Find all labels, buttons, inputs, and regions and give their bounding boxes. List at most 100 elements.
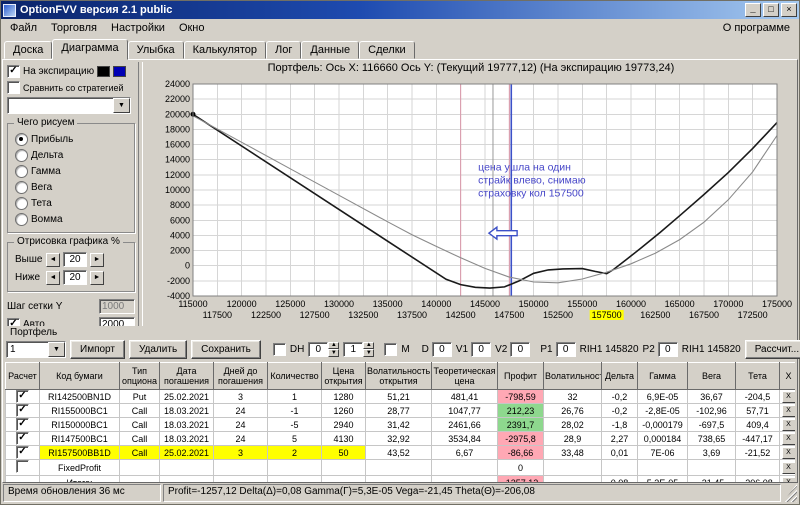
close-button[interactable]: × xyxy=(781,3,797,17)
col-header-calc[interactable]: Расчет xyxy=(5,362,40,390)
portfolio-select-arrow-icon[interactable] xyxy=(48,341,65,357)
menu-trading[interactable]: Торговля xyxy=(44,21,104,35)
radio-vomma[interactable] xyxy=(15,213,28,226)
above-decrement-button[interactable] xyxy=(46,252,60,267)
tab-data[interactable]: Данные xyxy=(301,41,360,59)
v2-input[interactable]: 0 xyxy=(510,341,531,357)
auto-checkbox[interactable] xyxy=(7,318,20,326)
row-calc-checkbox[interactable] xyxy=(16,432,29,445)
dh-spinner-1-value[interactable]: 0 xyxy=(308,341,329,357)
strategy-select[interactable] xyxy=(7,97,131,114)
above-value[interactable]: 20 xyxy=(63,252,87,267)
svg-text:167500: 167500 xyxy=(689,310,719,320)
remove-row-button[interactable]: X xyxy=(781,433,795,445)
resize-grip-icon[interactable] xyxy=(783,484,797,502)
col-header-delta[interactable]: Дельта xyxy=(601,362,638,390)
menu-file[interactable]: Файл xyxy=(3,21,44,35)
titlebar[interactable]: OptionFVV версия 2.1 public _ □ × xyxy=(1,1,799,19)
save-button[interactable]: Сохранить xyxy=(191,339,261,359)
portfolio-select[interactable]: 1 xyxy=(6,340,66,358)
dh-spinner-2[interactable]: 1 xyxy=(343,341,375,357)
v1-input[interactable]: 0 xyxy=(471,341,492,357)
menu-settings[interactable]: Настройки xyxy=(104,21,172,35)
col-header-profit[interactable]: Профит xyxy=(497,362,544,390)
tab-deals[interactable]: Сделки xyxy=(359,41,415,59)
profit-cell: -2975,8 xyxy=(497,431,544,446)
p2-input[interactable]: 0 xyxy=(657,341,678,357)
calc-checkbox-cell[interactable] xyxy=(5,475,40,482)
row-calc-checkbox[interactable] xyxy=(16,390,29,403)
remove-row-button[interactable]: X xyxy=(781,447,795,459)
remove-row-button[interactable]: X xyxy=(781,477,795,482)
maximize-button[interactable]: □ xyxy=(763,3,779,17)
expiration-color-swatch[interactable] xyxy=(97,66,111,77)
calc-checkbox-cell[interactable] xyxy=(5,431,40,446)
calc-checkbox-cell[interactable] xyxy=(5,459,40,476)
minimize-button[interactable]: _ xyxy=(745,3,761,17)
row-calc-checkbox[interactable] xyxy=(16,460,29,473)
radio-gamma[interactable] xyxy=(15,165,28,178)
col-header-remove[interactable]: X xyxy=(779,362,795,390)
calc-checkbox-cell[interactable] xyxy=(5,389,40,404)
menu-about[interactable]: О программе xyxy=(716,21,797,35)
d-input[interactable]: 0 xyxy=(431,341,452,357)
tab-log[interactable]: Лог xyxy=(266,41,302,59)
compare-strategy-checkbox[interactable] xyxy=(7,81,20,94)
col-header-open-volatility[interactable]: Волатильность открытия xyxy=(365,362,432,390)
col-header-security-code[interactable]: Код бумаги xyxy=(39,362,120,390)
remove-row-button[interactable]: X xyxy=(781,391,795,403)
tab-smile[interactable]: Улыбка xyxy=(127,41,184,59)
dh-spinner-2-value[interactable]: 1 xyxy=(343,341,364,357)
above-increment-button[interactable] xyxy=(90,252,104,267)
remove-row-button[interactable]: X xyxy=(781,419,795,431)
calculate-button[interactable]: Рассчит... xyxy=(744,339,800,359)
tab-calculator[interactable]: Калькулятор xyxy=(183,41,267,59)
radio-delta[interactable] xyxy=(15,149,28,162)
chart-svg[interactable]: -4000-2000020004000600080001000012000140… xyxy=(143,76,799,322)
remove-row-button[interactable]: X xyxy=(781,462,795,474)
spin-up-icon[interactable] xyxy=(328,341,340,349)
spin-down-icon[interactable] xyxy=(363,349,375,357)
radio-profit[interactable] xyxy=(15,133,28,146)
col-header-volatility[interactable]: Волатильность xyxy=(543,362,602,390)
col-header-open-price[interactable]: Цена открытия xyxy=(321,362,366,390)
calc-checkbox-cell[interactable] xyxy=(5,403,40,418)
grid-step-y-input[interactable]: 1000 xyxy=(99,299,135,314)
p1-input[interactable]: 0 xyxy=(555,341,576,357)
row-calc-checkbox[interactable] xyxy=(16,446,29,459)
row-calc-checkbox[interactable] xyxy=(16,404,29,417)
tab-board[interactable]: Доска xyxy=(4,41,53,59)
import-button[interactable]: Импорт xyxy=(70,339,125,359)
spin-down-icon[interactable] xyxy=(328,349,340,357)
m-checkbox[interactable] xyxy=(384,342,398,356)
compare-color-swatch[interactable] xyxy=(113,66,127,77)
dh-checkbox[interactable] xyxy=(272,342,286,356)
radio-theta[interactable] xyxy=(15,197,28,210)
col-header-vega[interactable]: Вега xyxy=(687,362,736,390)
col-header-maturity-date[interactable]: Дата погашения xyxy=(159,362,214,390)
spin-up-icon[interactable] xyxy=(363,341,375,349)
calc-checkbox-cell[interactable] xyxy=(5,445,40,460)
svg-text:175000: 175000 xyxy=(762,299,792,309)
dh-spinner-1[interactable]: 0 xyxy=(308,341,340,357)
col-header-theoretical-price[interactable]: Теоретическая цена xyxy=(431,362,498,390)
col-header-days-to-maturity[interactable]: Дней до погашения xyxy=(213,362,268,390)
grid-step-y-auto-input[interactable]: 2000 xyxy=(99,317,135,326)
below-decrement-button[interactable] xyxy=(46,270,60,285)
strategy-select-arrow-icon[interactable] xyxy=(113,98,130,113)
below-increment-button[interactable] xyxy=(90,270,104,285)
remove-row-button[interactable]: X xyxy=(781,405,795,417)
radio-vega[interactable] xyxy=(15,181,28,194)
calc-checkbox-cell[interactable] xyxy=(5,417,40,432)
col-header-option-type[interactable]: Тип опциона xyxy=(119,362,160,390)
below-value[interactable]: 20 xyxy=(63,270,87,285)
delete-button[interactable]: Удалить xyxy=(128,339,188,359)
menu-window[interactable]: Окно xyxy=(172,21,212,35)
tab-diagram[interactable]: Диаграмма xyxy=(52,39,128,60)
render-percent-title: Отрисовка графика % xyxy=(14,236,123,247)
col-header-theta[interactable]: Тета xyxy=(735,362,780,390)
row-calc-checkbox[interactable] xyxy=(16,418,29,431)
col-header-gamma[interactable]: Гамма xyxy=(637,362,688,390)
on-expiration-checkbox[interactable] xyxy=(7,65,20,78)
col-header-quantity[interactable]: Количество xyxy=(267,362,322,390)
